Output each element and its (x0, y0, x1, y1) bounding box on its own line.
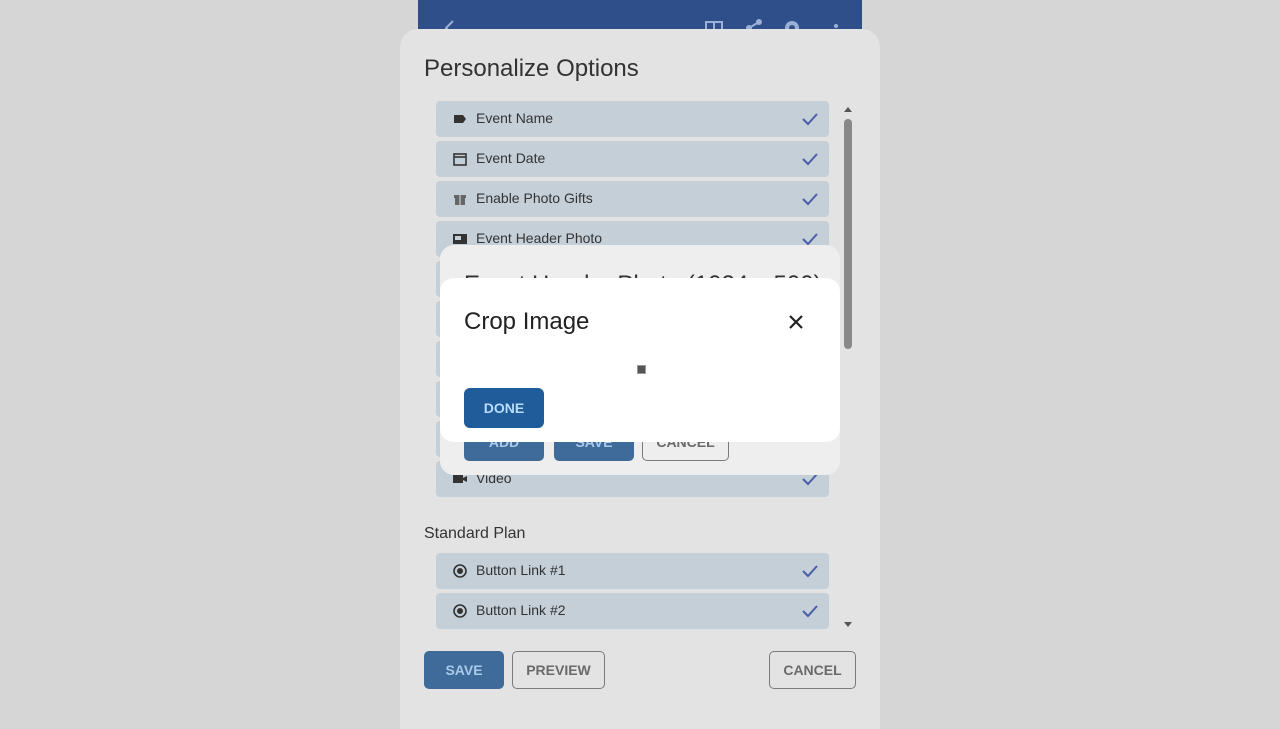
option-button-link-1[interactable]: Button Link #1 (436, 553, 829, 589)
option-label: Event Header Photo (476, 230, 603, 246)
scrollbar-thumb[interactable] (844, 119, 852, 349)
check-icon (801, 150, 819, 168)
gift-icon (452, 191, 468, 207)
close-icon[interactable] (784, 310, 808, 334)
option-label: Event Date (476, 150, 546, 166)
preview-button[interactable]: PREVIEW (512, 651, 605, 689)
sheet-title: Personalize Options (424, 55, 639, 82)
crop-preview-image[interactable] (637, 365, 646, 374)
check-icon (801, 602, 819, 620)
scroll-up-arrow-icon[interactable] (843, 105, 853, 113)
dialog-title: Crop Image (464, 308, 590, 335)
radio-icon (452, 603, 468, 619)
option-label: Button Link #1 (476, 562, 566, 578)
option-button-link-2[interactable]: Button Link #2 (436, 593, 829, 629)
scroll-down-arrow-icon[interactable] (843, 621, 853, 629)
option-label: Event Name (476, 110, 554, 126)
done-button[interactable]: DONE (464, 388, 544, 428)
crop-image-dialog: Crop Image DONE (440, 278, 840, 442)
cancel-button[interactable]: CANCEL (769, 651, 856, 689)
check-icon (801, 190, 819, 208)
option-label: Button Link #2 (476, 602, 566, 618)
option-event-name[interactable]: Event Name (436, 101, 829, 137)
section-label: Standard Plan (424, 525, 526, 542)
save-button[interactable]: SAVE (424, 651, 504, 689)
tag-icon (452, 111, 468, 127)
radio-icon (452, 563, 468, 579)
check-icon (801, 110, 819, 128)
option-label: Enable Photo Gifts (476, 190, 593, 206)
option-event-date[interactable]: Event Date (436, 141, 829, 177)
calendar-icon (452, 151, 468, 167)
check-icon (801, 562, 819, 580)
option-enable-photo-gifts[interactable]: Enable Photo Gifts (436, 181, 829, 217)
